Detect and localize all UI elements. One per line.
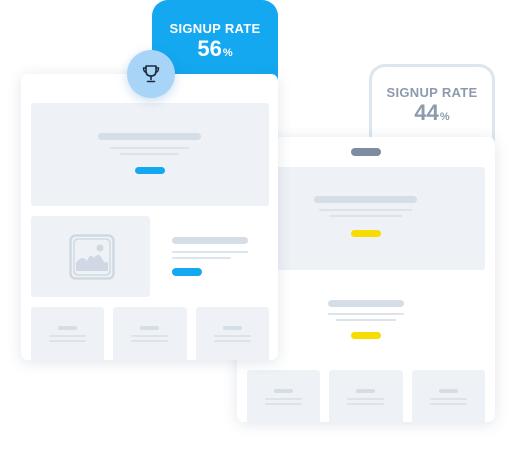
variant-a-hero-text-line [120,153,179,155]
trophy-icon [142,65,160,83]
variant-b-section-text-line [328,313,404,315]
variant-a-hero-text-line [110,147,189,149]
variant-b-top-pill [351,148,381,156]
feature-card-text-line [347,403,384,405]
variant-b-metric-unit: % [439,111,450,123]
variant-b-hero-cta-button [351,230,381,237]
feature-card-text-line [49,335,86,337]
feature-card-text-line [265,403,302,405]
variant-b-hero-section [247,167,485,270]
variant-a-metric-label: SIGNUP RATE [169,21,261,36]
feature-card-text-line [131,340,168,342]
variant-a-feature-card [196,307,269,360]
variant-b-section-heading [328,300,404,307]
variant-a-feature-cta-button [172,268,202,276]
feature-card-heading [223,326,242,330]
variant-a-feature-heading [172,237,248,244]
variant-a-hero-section [31,103,269,206]
feature-card-heading [274,389,293,393]
feature-card-text-line [430,403,467,405]
variant-b-hero-heading [314,196,417,203]
feature-card-text-line [265,398,302,400]
variant-a-metric-unit: % [222,47,233,59]
variant-a-hero-cta-button [135,167,165,174]
feature-card-heading [356,389,375,393]
variant-b-section-text-line [336,319,396,321]
variant-b-hero-text-line [319,209,412,211]
feature-card-text-line [214,340,251,342]
variant-b-metric-value: 44 [414,100,439,125]
feature-card-text-line [214,335,251,337]
feature-card-text-line [430,398,467,400]
variant-a-metric-value: 56 [197,36,222,61]
variant-b-rate-badge: SIGNUP RATE 44% [369,64,495,148]
variant-b-feature-card [329,370,403,422]
variant-b-section-cta-button [351,332,381,339]
variant-b-hero-text-line [329,215,402,217]
feature-card-heading [140,326,159,330]
variant-a-hero-heading [98,133,201,140]
feature-card-text-line [347,398,384,400]
feature-card-heading [58,326,77,330]
variant-b-feature-card [247,370,320,422]
feature-card-heading [439,389,458,393]
variant-a-image-block [31,216,150,297]
winner-badge [127,50,175,98]
feature-card-text-line [131,335,168,337]
variant-a-feature-text-line [172,251,248,253]
image-placeholder-icon [69,234,115,280]
feature-card-text-line [49,340,86,342]
variant-a-page-wireframe [21,74,278,360]
variant-b-feature-card [412,370,485,422]
variant-b-metric-label: SIGNUP RATE [386,85,478,100]
variant-a-feature-card [31,307,104,360]
variant-a-feature-text-line [172,257,231,259]
variant-a-feature-card [113,307,187,360]
